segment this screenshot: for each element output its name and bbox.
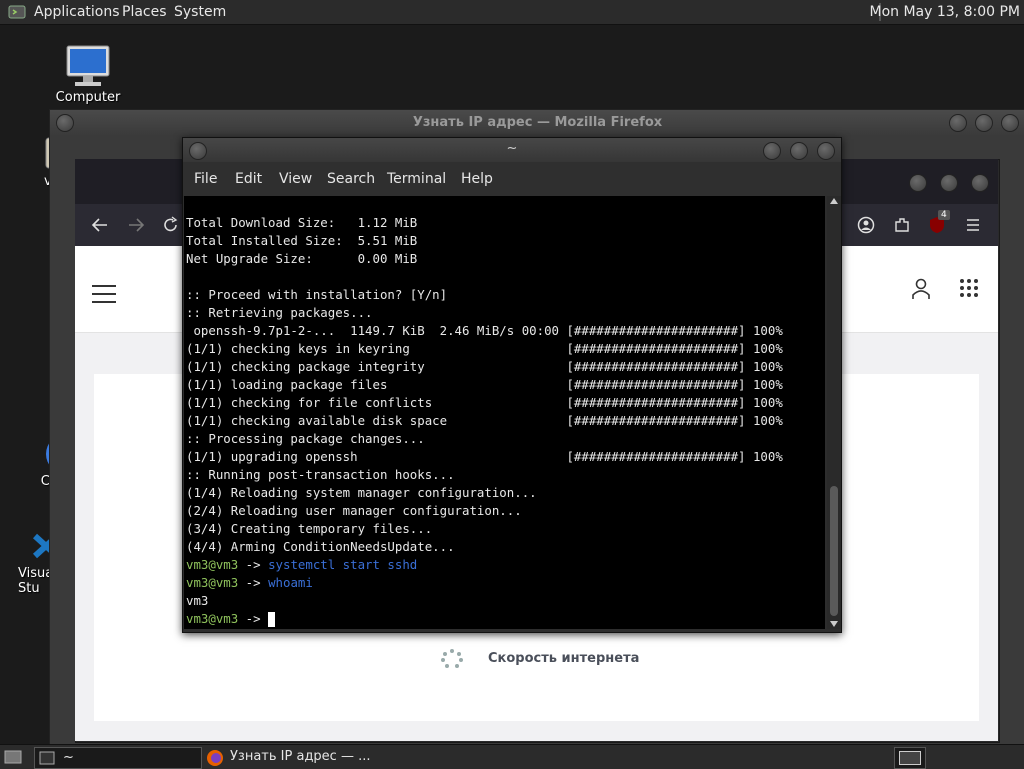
terminal-title: ~: [506, 141, 518, 156]
terminal-line: :: Processing package changes...: [186, 431, 425, 446]
clock[interactable]: Mon May 13, 8:00 PM: [870, 4, 1021, 20]
terminal-line: openssh-9.7p1-2-... 1149.7 KiB 2.46 MiB/…: [186, 323, 783, 338]
maximize-button[interactable]: [790, 142, 808, 160]
forward-icon[interactable]: [127, 217, 145, 233]
terminal-line: (1/1) upgrading openssh [###############…: [186, 449, 783, 464]
back-icon[interactable]: [91, 217, 109, 233]
terminal-prompt-line: vm3@vm3 ->: [184, 610, 825, 628]
terminal-line: (3/4) Creating temporary files...: [186, 521, 433, 536]
loading-spinner-icon: [441, 649, 463, 668]
menu-edit[interactable]: Edit: [235, 171, 262, 187]
terminal-line: :: Running post-transaction hooks...: [186, 467, 455, 482]
site-menu-icon[interactable]: [91, 284, 117, 304]
show-desktop-icon[interactable]: [4, 749, 22, 765]
terminal-line: :: Retrieving packages...: [186, 305, 373, 320]
minimize-button[interactable]: [763, 142, 781, 160]
scroll-down-icon[interactable]: [830, 621, 838, 627]
scrollbar-thumb[interactable]: [830, 486, 838, 616]
command-text: whoami: [268, 575, 313, 590]
applications-menu-icon[interactable]: [8, 4, 26, 20]
menu-places[interactable]: Places: [122, 4, 167, 20]
terminal-line: Total Download Size: 1.12 MiB: [186, 215, 418, 230]
terminal-line: (1/4) Reloading system manager configura…: [186, 485, 537, 500]
close-button[interactable]: [1001, 114, 1019, 132]
terminal-line: (1/1) checking available disk space [###…: [186, 413, 783, 428]
terminal-scrollbar[interactable]: [827, 196, 841, 629]
maximize-button[interactable]: [975, 114, 993, 132]
computer-icon: [66, 45, 110, 86]
prompt-arrow: ->: [238, 557, 269, 572]
terminal-icon: [39, 751, 55, 765]
ublock-button[interactable]: 4: [928, 210, 950, 234]
terminal-line: Total Installed Size: 5.51 MiB: [186, 233, 418, 248]
terminal-line: Net Upgrade Size: 0.00 MiB: [186, 251, 418, 266]
menu-system[interactable]: System: [174, 4, 226, 20]
menu-applications[interactable]: Applications: [34, 4, 120, 20]
taskbar-item-firefox[interactable]: Узнать IP адрес — ...: [204, 747, 464, 767]
prompt-user: vm3@vm3: [186, 557, 239, 572]
firefox-window-title: Узнать IP адрес — Mozilla Firefox: [412, 115, 663, 130]
firefox-titlebar[interactable]: Узнать IP адрес — Mozilla Firefox: [50, 110, 1024, 136]
terminal-line: (1/1) checking package integrity [######…: [186, 359, 783, 374]
internet-speed-label[interactable]: Скорость интернета: [488, 651, 639, 666]
workspace-1[interactable]: [899, 751, 921, 765]
menu-help[interactable]: Help: [461, 171, 493, 187]
apps-grid-icon[interactable]: [959, 278, 979, 298]
terminal-line: (1/1) checking keys in keyring [########…: [186, 341, 783, 356]
terminal-line: (4/4) Arming ConditionNeedsUpdate...: [186, 539, 455, 554]
command-text: systemctl start sshd: [268, 557, 418, 572]
terminal-menubar: File Edit View Search Terminal Help: [183, 162, 841, 196]
terminal-output[interactable]: Total Download Size: 1.12 MiB Total Inst…: [184, 196, 825, 629]
prompt-arrow: ->: [238, 575, 269, 590]
taskbar-item-label: ~: [63, 750, 74, 765]
terminal-line: (2/4) Reloading user manager configurati…: [186, 503, 522, 518]
terminal-prompt-line: vm3@vm3 -> whoami: [184, 574, 825, 592]
scroll-up-icon[interactable]: [830, 198, 838, 204]
desktop-icon-label: Computer: [55, 90, 121, 105]
menu-search[interactable]: Search: [327, 171, 375, 187]
bottom-panel: ~ Узнать IP адрес — ...: [0, 744, 1024, 769]
workspace-switcher[interactable]: [894, 747, 926, 769]
prompt-arrow: ->: [238, 611, 269, 626]
reload-icon[interactable]: [163, 216, 179, 234]
minimize-button[interactable]: [949, 114, 967, 132]
hamburger-menu-icon[interactable]: [965, 218, 981, 232]
terminal-line: (1/1) checking for file conflicts [#####…: [186, 395, 783, 410]
firefox-maximize-button[interactable]: [940, 174, 958, 192]
terminal-cursor: [268, 612, 276, 627]
ublock-badge: 4: [938, 210, 950, 220]
prompt-user: vm3@vm3: [186, 611, 239, 626]
terminal-titlebar[interactable]: ~: [183, 138, 841, 162]
menu-file[interactable]: File: [194, 171, 217, 187]
menu-view[interactable]: View: [279, 171, 312, 187]
account-icon[interactable]: [857, 216, 875, 234]
taskbar-item-label: Узнать IP адрес — ...: [230, 749, 371, 764]
terminal-line: :: Proceed with installation? [Y/n]: [186, 287, 448, 302]
user-icon[interactable]: [911, 278, 931, 300]
firefox-close-button[interactable]: [971, 174, 989, 192]
terminal-window: ~ File Edit View Search Terminal Help To…: [182, 137, 842, 633]
terminal-prompt-line: vm3@vm3 -> systemctl start sshd: [184, 556, 825, 574]
firefox-icon: [207, 750, 223, 766]
extensions-icon[interactable]: [893, 216, 911, 234]
top-panel: Applications Places System Mon May 13, 8…: [0, 0, 1024, 25]
menu-terminal[interactable]: Terminal: [387, 171, 446, 187]
close-button[interactable]: [817, 142, 835, 160]
taskbar-item-terminal[interactable]: ~: [34, 747, 202, 769]
desktop-icon-computer[interactable]: Computer: [50, 44, 126, 105]
terminal-line: vm3: [186, 593, 209, 608]
terminal-line: (1/1) loading package files [###########…: [186, 377, 783, 392]
prompt-user: vm3@vm3: [186, 575, 239, 590]
firefox-minimize-button[interactable]: [909, 174, 927, 192]
